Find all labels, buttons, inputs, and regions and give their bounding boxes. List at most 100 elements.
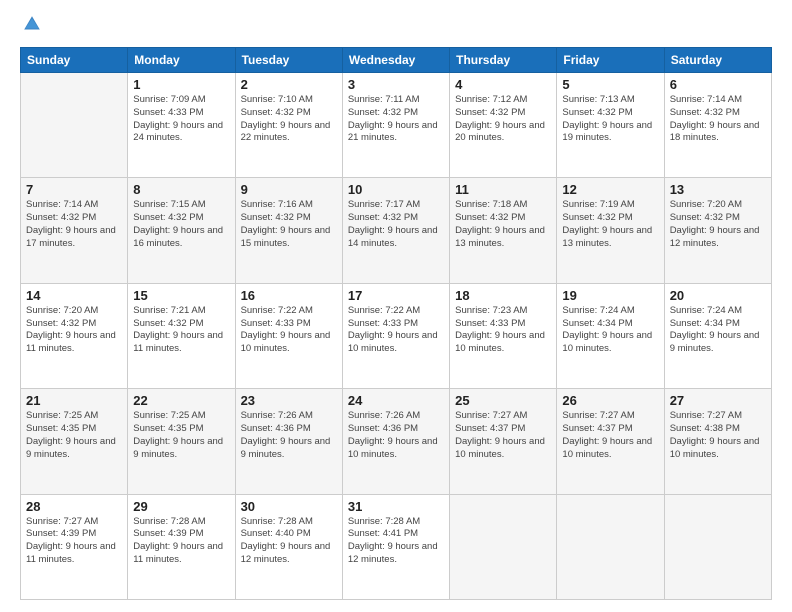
calendar-cell: 19 Sunrise: 7:24 AMSunset: 4:34 PMDayligh… (557, 283, 664, 388)
calendar-cell (557, 494, 664, 599)
day-number: 25 (455, 393, 551, 408)
calendar-cell: 22 Sunrise: 7:25 AMSunset: 4:35 PMDayligh… (128, 389, 235, 494)
day-number: 22 (133, 393, 229, 408)
day-detail: Sunrise: 7:25 AMSunset: 4:35 PMDaylight:… (133, 410, 229, 461)
day-detail: Sunrise: 7:28 AMSunset: 4:40 PMDaylight:… (241, 516, 337, 567)
calendar-week-4: 21 Sunrise: 7:25 AMSunset: 4:35 PMDayligh… (21, 389, 772, 494)
day-number: 7 (26, 182, 122, 197)
calendar-header-sunday: Sunday (21, 48, 128, 73)
day-detail: Sunrise: 7:18 AMSunset: 4:32 PMDaylight:… (455, 199, 551, 250)
day-number: 10 (348, 182, 444, 197)
calendar-cell (450, 494, 557, 599)
day-number: 19 (562, 288, 658, 303)
day-number: 12 (562, 182, 658, 197)
day-detail: Sunrise: 7:21 AMSunset: 4:32 PMDaylight:… (133, 305, 229, 356)
day-number: 24 (348, 393, 444, 408)
day-detail: Sunrise: 7:26 AMSunset: 4:36 PMDaylight:… (348, 410, 444, 461)
day-detail: Sunrise: 7:22 AMSunset: 4:33 PMDaylight:… (348, 305, 444, 356)
calendar-cell: 20 Sunrise: 7:24 AMSunset: 4:34 PMDayligh… (664, 283, 771, 388)
day-detail: Sunrise: 7:19 AMSunset: 4:32 PMDaylight:… (562, 199, 658, 250)
calendar-cell: 7 Sunrise: 7:14 AMSunset: 4:32 PMDaylight… (21, 178, 128, 283)
day-number: 6 (670, 77, 766, 92)
day-detail: Sunrise: 7:11 AMSunset: 4:32 PMDaylight:… (348, 94, 444, 145)
calendar-cell: 16 Sunrise: 7:22 AMSunset: 4:33 PMDayligh… (235, 283, 342, 388)
day-detail: Sunrise: 7:23 AMSunset: 4:33 PMDaylight:… (455, 305, 551, 356)
day-number: 31 (348, 499, 444, 514)
day-number: 26 (562, 393, 658, 408)
day-number: 17 (348, 288, 444, 303)
day-detail: Sunrise: 7:22 AMSunset: 4:33 PMDaylight:… (241, 305, 337, 356)
calendar-cell: 3 Sunrise: 7:11 AMSunset: 4:32 PMDaylight… (342, 73, 449, 178)
day-detail: Sunrise: 7:25 AMSunset: 4:35 PMDaylight:… (26, 410, 122, 461)
day-number: 18 (455, 288, 551, 303)
calendar-cell: 13 Sunrise: 7:20 AMSunset: 4:32 PMDayligh… (664, 178, 771, 283)
day-number: 5 (562, 77, 658, 92)
calendar-cell: 18 Sunrise: 7:23 AMSunset: 4:33 PMDayligh… (450, 283, 557, 388)
day-number: 21 (26, 393, 122, 408)
day-number: 11 (455, 182, 551, 197)
day-number: 13 (670, 182, 766, 197)
calendar-cell: 31 Sunrise: 7:28 AMSunset: 4:41 PMDayligh… (342, 494, 449, 599)
day-number: 1 (133, 77, 229, 92)
day-number: 9 (241, 182, 337, 197)
calendar-cell: 10 Sunrise: 7:17 AMSunset: 4:32 PMDayligh… (342, 178, 449, 283)
calendar-header-row: SundayMondayTuesdayWednesdayThursdayFrid… (21, 48, 772, 73)
calendar-cell: 29 Sunrise: 7:28 AMSunset: 4:39 PMDayligh… (128, 494, 235, 599)
calendar-cell: 17 Sunrise: 7:22 AMSunset: 4:33 PMDayligh… (342, 283, 449, 388)
day-detail: Sunrise: 7:27 AMSunset: 4:39 PMDaylight:… (26, 516, 122, 567)
day-detail: Sunrise: 7:20 AMSunset: 4:32 PMDaylight:… (670, 199, 766, 250)
day-detail: Sunrise: 7:28 AMSunset: 4:39 PMDaylight:… (133, 516, 229, 567)
calendar-week-3: 14 Sunrise: 7:20 AMSunset: 4:32 PMDayligh… (21, 283, 772, 388)
day-number: 8 (133, 182, 229, 197)
day-detail: Sunrise: 7:14 AMSunset: 4:32 PMDaylight:… (26, 199, 122, 250)
day-number: 29 (133, 499, 229, 514)
day-number: 3 (348, 77, 444, 92)
calendar-week-5: 28 Sunrise: 7:27 AMSunset: 4:39 PMDayligh… (21, 494, 772, 599)
day-detail: Sunrise: 7:20 AMSunset: 4:32 PMDaylight:… (26, 305, 122, 356)
calendar-header-wednesday: Wednesday (342, 48, 449, 73)
day-detail: Sunrise: 7:26 AMSunset: 4:36 PMDaylight:… (241, 410, 337, 461)
calendar-cell: 14 Sunrise: 7:20 AMSunset: 4:32 PMDayligh… (21, 283, 128, 388)
logo-icon (22, 14, 42, 34)
day-number: 15 (133, 288, 229, 303)
calendar-header-tuesday: Tuesday (235, 48, 342, 73)
day-detail: Sunrise: 7:28 AMSunset: 4:41 PMDaylight:… (348, 516, 444, 567)
day-detail: Sunrise: 7:27 AMSunset: 4:38 PMDaylight:… (670, 410, 766, 461)
calendar-cell: 6Sunrise: 7:14 AMSunset: 4:32 PMDaylight… (664, 73, 771, 178)
day-detail: Sunrise: 7:17 AMSunset: 4:32 PMDaylight:… (348, 199, 444, 250)
calendar-cell: 5 Sunrise: 7:13 AMSunset: 4:32 PMDaylight… (557, 73, 664, 178)
calendar-table: SundayMondayTuesdayWednesdayThursdayFrid… (20, 47, 772, 600)
calendar-cell: 25 Sunrise: 7:27 AMSunset: 4:37 PMDayligh… (450, 389, 557, 494)
calendar-week-1: 1 Sunrise: 7:09 AMSunset: 4:33 PMDaylight… (21, 73, 772, 178)
calendar-cell: 12 Sunrise: 7:19 AMSunset: 4:32 PMDayligh… (557, 178, 664, 283)
day-detail: Sunrise: 7:27 AMSunset: 4:37 PMDaylight:… (455, 410, 551, 461)
day-detail: Sunrise: 7:09 AMSunset: 4:33 PMDaylight:… (133, 94, 229, 145)
logo (20, 16, 44, 39)
day-number: 27 (670, 393, 766, 408)
day-detail: Sunrise: 7:27 AMSunset: 4:37 PMDaylight:… (562, 410, 658, 461)
day-detail: Sunrise: 7:13 AMSunset: 4:32 PMDaylight:… (562, 94, 658, 145)
calendar-cell (21, 73, 128, 178)
calendar-cell: 9Sunrise: 7:16 AMSunset: 4:32 PMDaylight… (235, 178, 342, 283)
day-number: 20 (670, 288, 766, 303)
calendar-cell: 8Sunrise: 7:15 AMSunset: 4:32 PMDaylight… (128, 178, 235, 283)
day-number: 28 (26, 499, 122, 514)
calendar-cell: 23 Sunrise: 7:26 AMSunset: 4:36 PMDayligh… (235, 389, 342, 494)
calendar-cell: 11 Sunrise: 7:18 AMSunset: 4:32 PMDayligh… (450, 178, 557, 283)
header (20, 16, 772, 39)
calendar-week-2: 7 Sunrise: 7:14 AMSunset: 4:32 PMDaylight… (21, 178, 772, 283)
calendar-cell: 1 Sunrise: 7:09 AMSunset: 4:33 PMDaylight… (128, 73, 235, 178)
calendar-cell: 28 Sunrise: 7:27 AMSunset: 4:39 PMDayligh… (21, 494, 128, 599)
day-number: 30 (241, 499, 337, 514)
calendar-cell (664, 494, 771, 599)
day-detail: Sunrise: 7:24 AMSunset: 4:34 PMDaylight:… (562, 305, 658, 356)
calendar-header-friday: Friday (557, 48, 664, 73)
day-number: 4 (455, 77, 551, 92)
day-detail: Sunrise: 7:24 AMSunset: 4:34 PMDaylight:… (670, 305, 766, 356)
day-number: 2 (241, 77, 337, 92)
calendar-cell: 2Sunrise: 7:10 AMSunset: 4:32 PMDaylight… (235, 73, 342, 178)
day-number: 23 (241, 393, 337, 408)
day-number: 16 (241, 288, 337, 303)
day-number: 14 (26, 288, 122, 303)
calendar-header-thursday: Thursday (450, 48, 557, 73)
